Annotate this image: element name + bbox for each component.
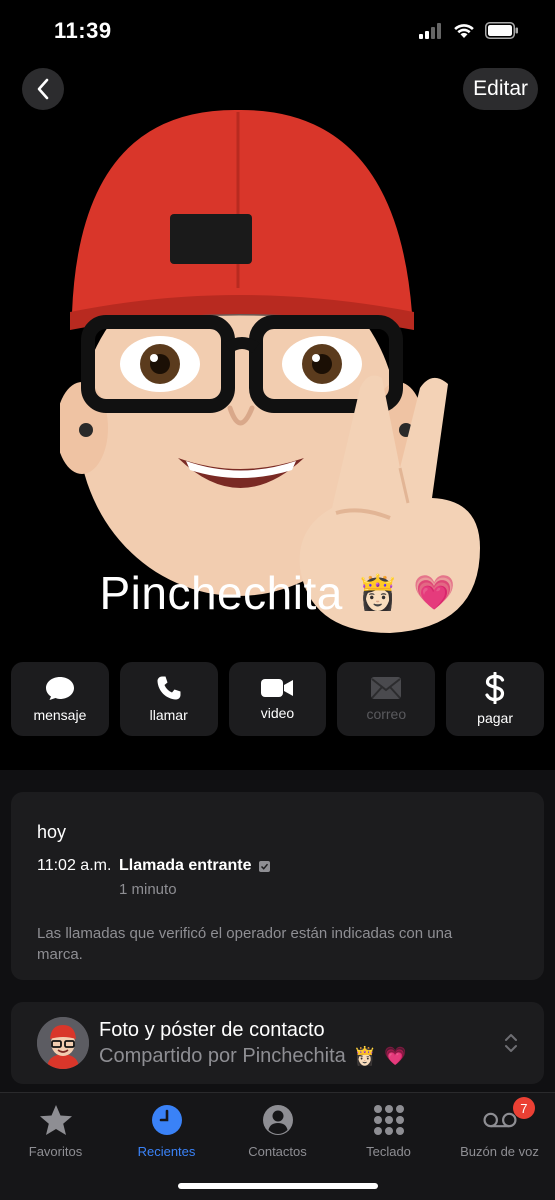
voicemail-icon xyxy=(482,1112,517,1128)
mail-action-label: correo xyxy=(366,706,407,722)
verified-check-icon xyxy=(259,860,271,872)
contact-name: Pinchechita 👸🏻 💗 xyxy=(0,566,555,620)
call-duration: 1 minuto xyxy=(119,881,177,898)
status-icons xyxy=(419,22,519,39)
call-day: hoy xyxy=(37,822,67,842)
tab-favorites-label: Favoritos xyxy=(28,1144,83,1159)
call-action-label: llamar xyxy=(149,707,188,723)
poster-subtitle-text: Compartido por Pinchechita xyxy=(99,1045,346,1067)
poster-title: Foto y póster de contacto xyxy=(99,1019,325,1041)
message-bubble-icon xyxy=(45,677,74,700)
home-indicator xyxy=(178,1183,378,1189)
tab-recents-label: Recientes xyxy=(137,1144,196,1159)
mail-action-button[interactable]: correo xyxy=(337,662,436,736)
message-action-label: mensaje xyxy=(33,707,87,723)
status-time: 11:39 xyxy=(54,18,112,43)
heart-emoji: 💗 xyxy=(413,573,456,613)
pay-action-label: pagar xyxy=(477,710,513,726)
contact-name-text: Pinchechita xyxy=(99,567,343,619)
edit-button[interactable]: Editar xyxy=(463,68,538,110)
tab-voicemail[interactable]: Buzón de voz 7 xyxy=(444,1093,555,1200)
dollar-icon xyxy=(485,672,505,704)
video-action-label: video xyxy=(260,705,295,721)
wifi-icon xyxy=(454,23,474,38)
message-action-button[interactable]: mensaje xyxy=(11,662,109,736)
verification-note: Las llamadas que verificó el operador es… xyxy=(37,925,453,963)
tab-favorites[interactable]: Favoritos xyxy=(0,1093,111,1200)
voicemail-badge: 7 xyxy=(512,1097,535,1119)
contact-poster-card[interactable]: Foto y póster de contacto Compartido por… xyxy=(11,1002,544,1084)
contact-actions: mensaje llamar video correo pagar xyxy=(11,662,544,736)
poster-princess-emoji: 👸🏻 xyxy=(353,1046,377,1066)
call-time: 11:02 a.m. xyxy=(37,857,112,874)
chevron-up-down-icon xyxy=(505,1034,517,1052)
back-button[interactable] xyxy=(22,68,64,110)
call-action-button[interactable]: llamar xyxy=(119,662,218,736)
poster-subtitle: Compartido por Pinchechita 👸🏻 💗 xyxy=(99,1045,407,1068)
video-action-button[interactable]: video xyxy=(228,662,327,736)
keypad-icon xyxy=(373,1105,404,1135)
call-type: Llamada entrante xyxy=(119,857,271,875)
battery-icon xyxy=(485,22,518,39)
poster-heart-emoji: 💗 xyxy=(384,1046,407,1066)
recent-calls-card: hoy 11:02 a.m. Llamada entrante 1 minuto… xyxy=(11,792,544,980)
pay-action-button[interactable]: pagar xyxy=(446,662,544,736)
tab-contacts-label: Contactos xyxy=(248,1144,307,1159)
memoji-thumbnail-icon xyxy=(37,1017,89,1069)
person-circle-icon xyxy=(262,1105,293,1135)
chevron-left-icon xyxy=(37,78,49,100)
cellular-signal-icon xyxy=(419,22,441,39)
star-icon xyxy=(39,1105,72,1135)
status-bar: 11:39 xyxy=(0,0,555,62)
video-camera-icon xyxy=(261,679,294,697)
tab-keypad-label: Teclado xyxy=(366,1144,411,1159)
envelope-icon xyxy=(371,677,402,699)
phone-icon xyxy=(157,676,181,700)
clock-icon xyxy=(151,1105,182,1135)
tab-voicemail-label: Buzón de voz xyxy=(460,1144,539,1159)
call-type-text: Llamada entrante xyxy=(119,857,252,874)
poster-avatar xyxy=(37,1017,89,1069)
princess-emoji: 👸🏻 xyxy=(356,573,400,613)
